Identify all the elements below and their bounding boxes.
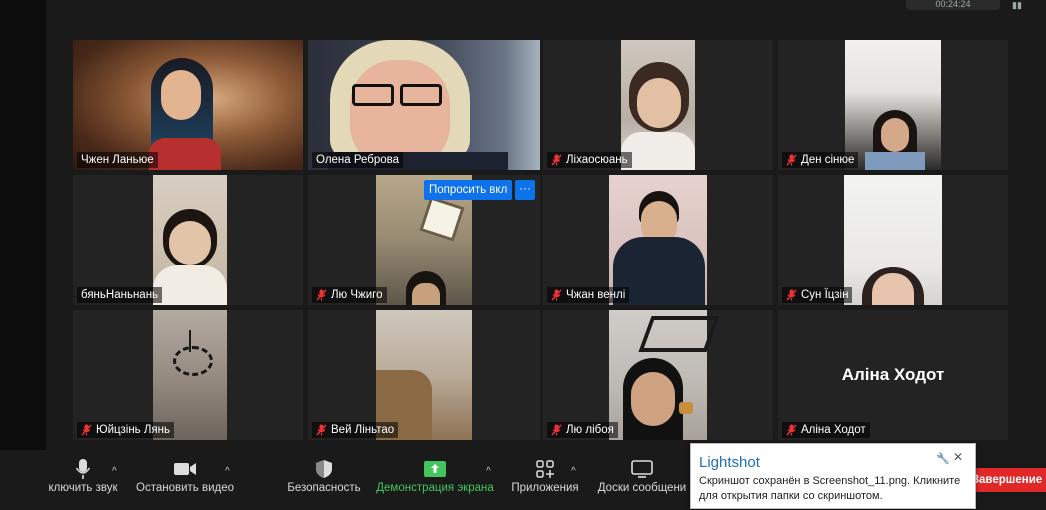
microphone-muted-icon — [81, 424, 92, 436]
participant-name: Чжан венлі — [566, 289, 626, 301]
apps-options-caret-icon[interactable]: ^ — [571, 466, 576, 477]
whiteboards-label: Доски сообщени — [597, 482, 687, 494]
lightshot-notification[interactable]: Lightshot 🔧 ✕ Скриншот сохранён в Screen… — [690, 443, 976, 509]
participant-name: Лю Чжиго — [331, 289, 383, 301]
participant-tile[interactable]: бяньНаньнань — [73, 175, 303, 305]
microphone-muted-icon — [551, 154, 562, 166]
participant-name: Олена Реброва — [316, 154, 400, 166]
participant-video — [153, 175, 227, 305]
participant-video — [609, 175, 707, 305]
participant-nameplate: Сун Їцзін — [782, 287, 853, 303]
participant-video — [844, 175, 942, 305]
microphone-muted-icon — [786, 424, 797, 436]
participant-name: Сун Їцзін — [801, 289, 849, 301]
participant-video — [621, 40, 695, 170]
participant-name: Ден сінюе — [801, 154, 855, 166]
microphone-muted-icon — [316, 289, 327, 301]
participant-nameplate: Юйцзінь Лянь — [77, 422, 174, 438]
whiteboards-button[interactable]: Доски сообщени — [594, 456, 690, 494]
participant-nameplate: бяньНаньнань — [77, 287, 163, 303]
participant-tile[interactable]: Олена Реброва — [308, 40, 540, 170]
whiteboard-icon — [631, 460, 653, 478]
participant-video — [376, 310, 472, 440]
participant-nameplate: Аліна Ходот — [782, 422, 870, 438]
end-meeting-button[interactable]: Завершение — [968, 468, 1046, 492]
share-options-caret-icon[interactable]: ^ — [486, 466, 491, 477]
microphone-icon — [75, 459, 91, 479]
participant-video — [845, 40, 941, 170]
participant-tile[interactable]: Вей Ліньтао — [308, 310, 540, 440]
participant-nameplate: Ден сінюе — [782, 152, 859, 168]
participant-name: Вей Ліньтао — [331, 424, 395, 436]
participant-nameplate: Чжан венлі — [547, 287, 630, 303]
participant-video — [609, 310, 720, 440]
mute-audio-button[interactable]: ключить звук — [44, 456, 122, 494]
meeting-timer: 00:24:24 — [906, 0, 1000, 10]
microphone-muted-icon — [786, 289, 797, 301]
shield-icon — [316, 460, 332, 478]
participant-tile[interactable]: Аліна Ходот Аліна Ходот — [778, 310, 1008, 440]
microphone-muted-icon — [551, 289, 562, 301]
participant-name-placeholder: Аліна Ходот — [841, 365, 945, 384]
view-options-icon[interactable]: ▮▮ — [1012, 0, 1022, 11]
video-grid: Чжен Ланьюе Олена Реброва Ліхаосюань Ден… — [73, 40, 1009, 441]
security-label: Безопасность — [287, 482, 361, 494]
participant-nameplate: Вей Ліньтао — [312, 422, 399, 438]
participant-nameplate: Лю лібоя — [547, 422, 618, 438]
apps-label: Приложения — [511, 482, 579, 494]
participant-nameplate: Олена Реброва — [312, 152, 404, 168]
pin-icon[interactable]: 🔧 — [936, 452, 950, 465]
participant-tile[interactable]: Ліхаосюань — [543, 40, 773, 170]
more-options-button[interactable]: ··· — [515, 180, 535, 200]
notification-message: Скриншот сохранён в Screenshot_11.png. К… — [699, 475, 961, 502]
audio-options-caret-icon[interactable]: ^ — [112, 466, 117, 477]
participant-name: бяньНаньнань — [81, 289, 159, 301]
participant-name: Ліхаосюань — [566, 154, 628, 166]
participant-tile[interactable]: Чжен Ланьюе — [73, 40, 303, 170]
microphone-muted-icon — [316, 424, 327, 436]
participant-tile[interactable]: Сун Їцзін — [778, 175, 1008, 305]
stop-video-label: Остановить видео — [136, 482, 234, 494]
participant-video — [308, 40, 540, 170]
participant-tile[interactable]: Чжан венлі — [543, 175, 773, 305]
left-edge — [0, 0, 46, 510]
mute-audio-label: ключить звук — [48, 482, 118, 494]
participant-video — [153, 310, 227, 440]
participant-tile[interactable]: Ден сінюе — [778, 40, 1008, 170]
participant-name: Чжен Ланьюе — [81, 154, 154, 166]
security-button[interactable]: Безопасность — [286, 456, 362, 494]
close-icon[interactable]: ✕ — [953, 450, 963, 464]
notification-title: Lightshot — [699, 454, 760, 471]
participant-name: Юйцзінь Лянь — [96, 424, 170, 436]
participant-nameplate: Ліхаосюань — [547, 152, 632, 168]
ask-to-unmute-button[interactable]: Попросить вкл — [424, 180, 513, 200]
participant-name: Аліна Ходот — [801, 424, 866, 436]
stop-video-button[interactable]: Остановить видео — [134, 456, 236, 494]
participant-tile[interactable]: Лю лібоя — [543, 310, 773, 440]
participant-video — [73, 40, 303, 170]
video-camera-icon — [174, 463, 196, 475]
participant-name: Лю лібоя — [566, 424, 614, 436]
share-screen-button[interactable]: Демонстрация экрана — [372, 456, 498, 494]
apps-icon — [536, 460, 554, 478]
participant-nameplate: Лю Чжиго — [312, 287, 387, 303]
microphone-muted-icon — [786, 154, 797, 166]
video-options-caret-icon[interactable]: ^ — [225, 466, 230, 477]
microphone-muted-icon — [551, 424, 562, 436]
share-screen-icon — [424, 461, 446, 477]
participant-nameplate: Чжен Ланьюе — [77, 152, 158, 168]
share-screen-label: Демонстрация экрана — [376, 482, 494, 494]
participant-tile[interactable]: Юйцзінь Лянь — [73, 310, 303, 440]
